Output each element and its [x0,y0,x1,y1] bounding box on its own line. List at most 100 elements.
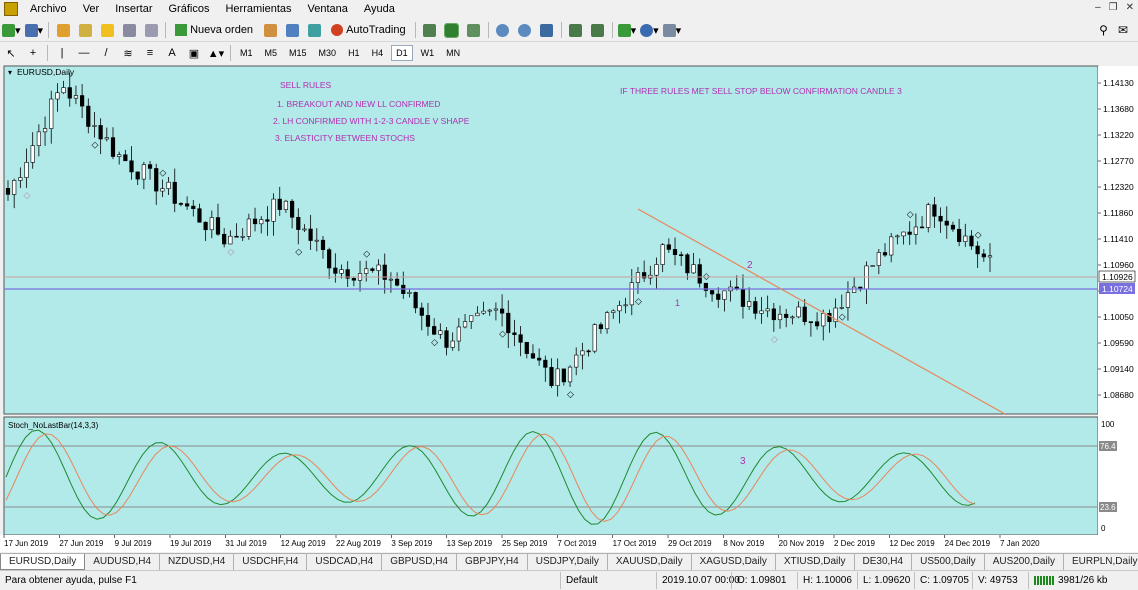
candlestick-button[interactable] [443,21,461,39]
cursor-button[interactable]: ↖ [2,44,20,62]
menu-archivo[interactable]: Archivo [22,0,75,18]
market-button[interactable] [305,21,323,39]
text-button[interactable]: A [163,44,181,62]
crosshair-button[interactable]: + [24,44,42,62]
indicators-button[interactable]: ▾ [617,21,636,39]
main-chart-area[interactable] [3,65,1099,415]
tf-m15-button[interactable]: M15 [285,45,311,61]
sell-rule-1[interactable]: 1. BREAKOUT AND NEW LL CONFIRMED [277,99,440,109]
fibonacci-button[interactable]: ≡ [141,44,159,62]
tf-d1-button[interactable]: D1 [391,45,413,61]
toolbar-separator [414,22,416,38]
sell-stop-note[interactable]: IF THREE RULES MET SELL STOP BELOW CONFI… [620,86,902,96]
chart-tab[interactable]: GBPUSD,H4 [382,554,457,570]
terminal-button[interactable] [120,21,138,39]
candle-body [265,219,270,222]
templates-button[interactable]: ▾ [662,21,681,39]
fractal-marker: ◇ [91,140,98,150]
chart-tab[interactable]: DE30,H4 [855,554,913,570]
status-high: H: 1.10006 [797,572,857,589]
new-order-button[interactable]: Nueva orden [171,21,257,39]
chart-tab[interactable]: AUDUSD,H4 [85,554,161,570]
chart-tab[interactable]: NZDUSD,H4 [160,554,235,570]
restore-icon[interactable]: ❐ [1109,2,1118,13]
line-chart-button[interactable] [465,21,483,39]
chart-tab[interactable]: USDJPY,Daily [528,554,608,570]
candle-body [889,236,894,256]
menu-herramientas[interactable]: Herramientas [217,0,299,18]
chart-svg[interactable]: 1.14130 1.13680 1.13220 1.12770 1.12320 1.118… [0,64,1138,552]
tf-m1-button[interactable]: M1 [236,45,257,61]
menu-ventana[interactable]: Ventana [300,0,356,18]
sell-rule-2[interactable]: 2. LH CONFIRMED WITH 1-2-3 CANDLE V SHAP… [273,116,470,126]
candle-body [950,224,956,230]
vertical-line-button[interactable]: | [53,44,71,62]
bar-chart-button[interactable] [421,21,439,39]
vertical-line-icon: | [60,47,64,59]
status-close: C: 1.09705 [914,572,972,589]
tester-button[interactable] [142,21,160,39]
horizontal-line-button[interactable]: — [75,44,93,62]
menu-ver[interactable]: Ver [75,0,108,18]
chart-tab[interactable]: USDCAD,H4 [307,554,383,570]
sell-rule-3[interactable]: 3. ELASTICITY BETWEEN STOCHS [275,133,415,143]
data-window-button[interactable] [76,21,94,39]
chart-shift-button[interactable] [589,21,607,39]
candle-body [679,254,684,257]
candle-mark-1[interactable]: 1 [675,298,680,308]
candle-body [796,306,801,318]
menu-ayuda[interactable]: Ayuda [356,0,403,18]
channel-button[interactable]: ≋ [119,44,137,62]
indicator-label: Stoch_NoLastBar(14,3,3) [8,421,99,430]
sell-rules-title[interactable]: SELL RULES [280,80,332,90]
menu-graficos[interactable]: Gráficos [161,0,218,18]
autotrading-button[interactable]: AutoTrading [327,21,410,39]
signals-button[interactable] [283,21,301,39]
candle-body [586,350,591,353]
minimize-icon[interactable]: – [1095,2,1101,13]
candlestick-icon [444,22,460,38]
chart-tab[interactable]: EURUSD,Daily [0,554,86,570]
trendline-button[interactable]: / [97,44,115,62]
tf-w1-button[interactable]: W1 [417,45,439,61]
tf-h4-button[interactable]: H4 [368,45,388,61]
candle-body [36,131,41,146]
search-icon[interactable]: ⚲ [1099,23,1108,37]
stoch-mark-3[interactable]: 3 [740,456,746,467]
shapes-icon: ▲▾ [207,47,225,60]
candle-body [802,306,807,322]
tf-m5-button[interactable]: M5 [261,45,282,61]
zoom-in-button[interactable] [494,21,512,39]
zoom-out-button[interactable] [516,21,534,39]
close-icon[interactable]: ✕ [1126,2,1134,13]
tf-mn-button[interactable]: MN [442,45,464,61]
chart-tab[interactable]: US500,Daily [912,554,985,570]
chart-tab[interactable]: AUS200,Daily [985,554,1064,570]
tile-windows-button[interactable] [538,21,556,39]
candle-body [228,235,233,245]
chart-tab[interactable]: USDCHF,H4 [234,554,308,570]
autoscroll-button[interactable] [567,21,585,39]
menu-insertar[interactable]: Insertar [107,0,160,18]
label-button[interactable]: ▣ [185,44,203,62]
chart-tab[interactable]: GBPJPY,H4 [457,554,528,570]
tf-m30-button[interactable]: M30 [315,45,341,61]
shapes-button[interactable]: ▲▾ [207,44,225,62]
candle-body [987,255,993,258]
chat-icon[interactable]: ✉ [1118,23,1128,37]
periods-button[interactable]: ▾ [640,21,659,39]
market-watch-button[interactable] [54,21,72,39]
metaeditor-button[interactable] [261,21,279,39]
chart-tab[interactable]: XAUUSD,Daily [608,554,692,570]
chart-collapse-icon[interactable]: ▾ [8,68,12,77]
new-chart-button[interactable]: ▾ [2,21,21,39]
chart-tab[interactable]: XAGUSD,Daily [692,554,776,570]
profiles-button[interactable]: ▾ [24,21,43,39]
connection-bars-icon [1034,575,1054,585]
candle-mark-2[interactable]: 2 [747,260,753,271]
candle-body [901,231,906,237]
chart-tab[interactable]: XTIUSD,Daily [776,554,855,570]
tf-h1-button[interactable]: H1 [344,45,364,61]
navigator-button[interactable] [98,21,116,39]
chart-tab[interactable]: EURPLN,Daily [1064,554,1138,570]
